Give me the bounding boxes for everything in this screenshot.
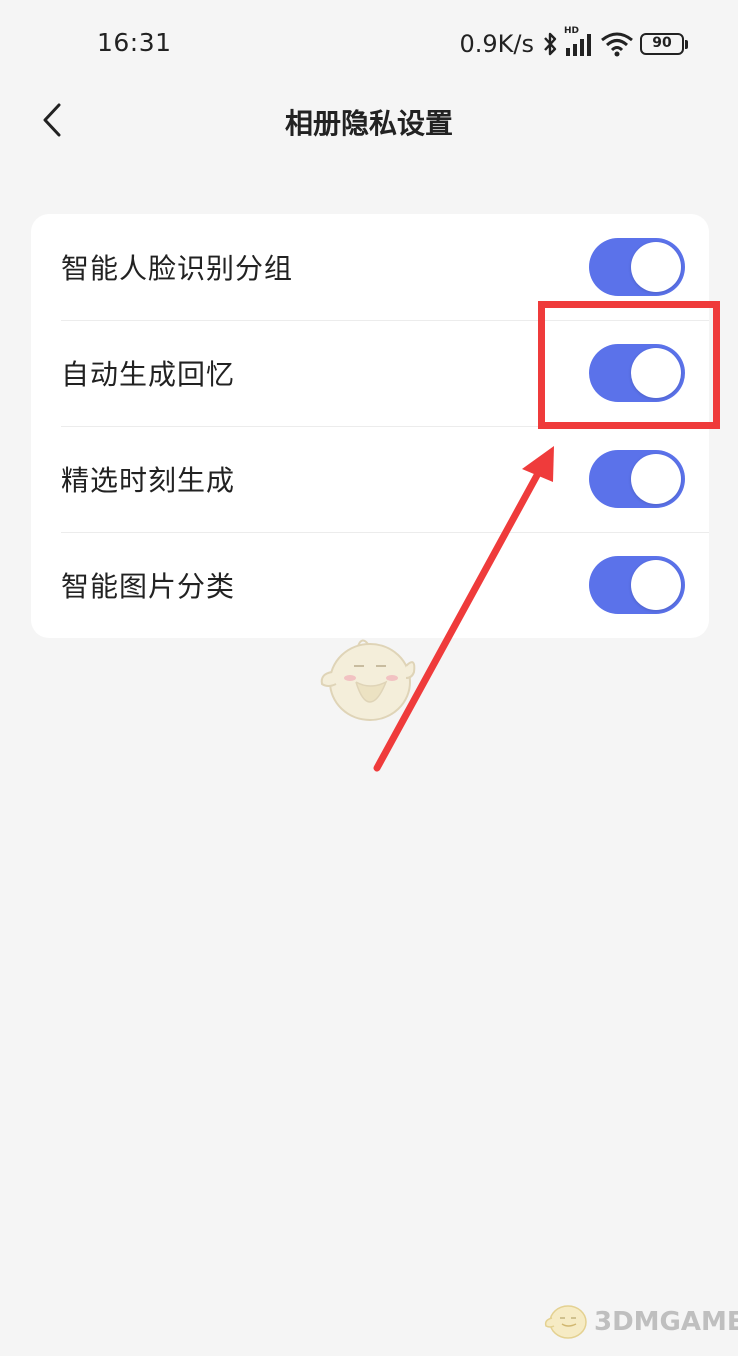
watermark-text: 3DMGAME xyxy=(594,1307,738,1337)
watermark-logo-icon xyxy=(544,1300,590,1344)
mascot-watermark-icon xyxy=(318,632,418,728)
watermark: 3DMGAME xyxy=(544,1300,738,1344)
